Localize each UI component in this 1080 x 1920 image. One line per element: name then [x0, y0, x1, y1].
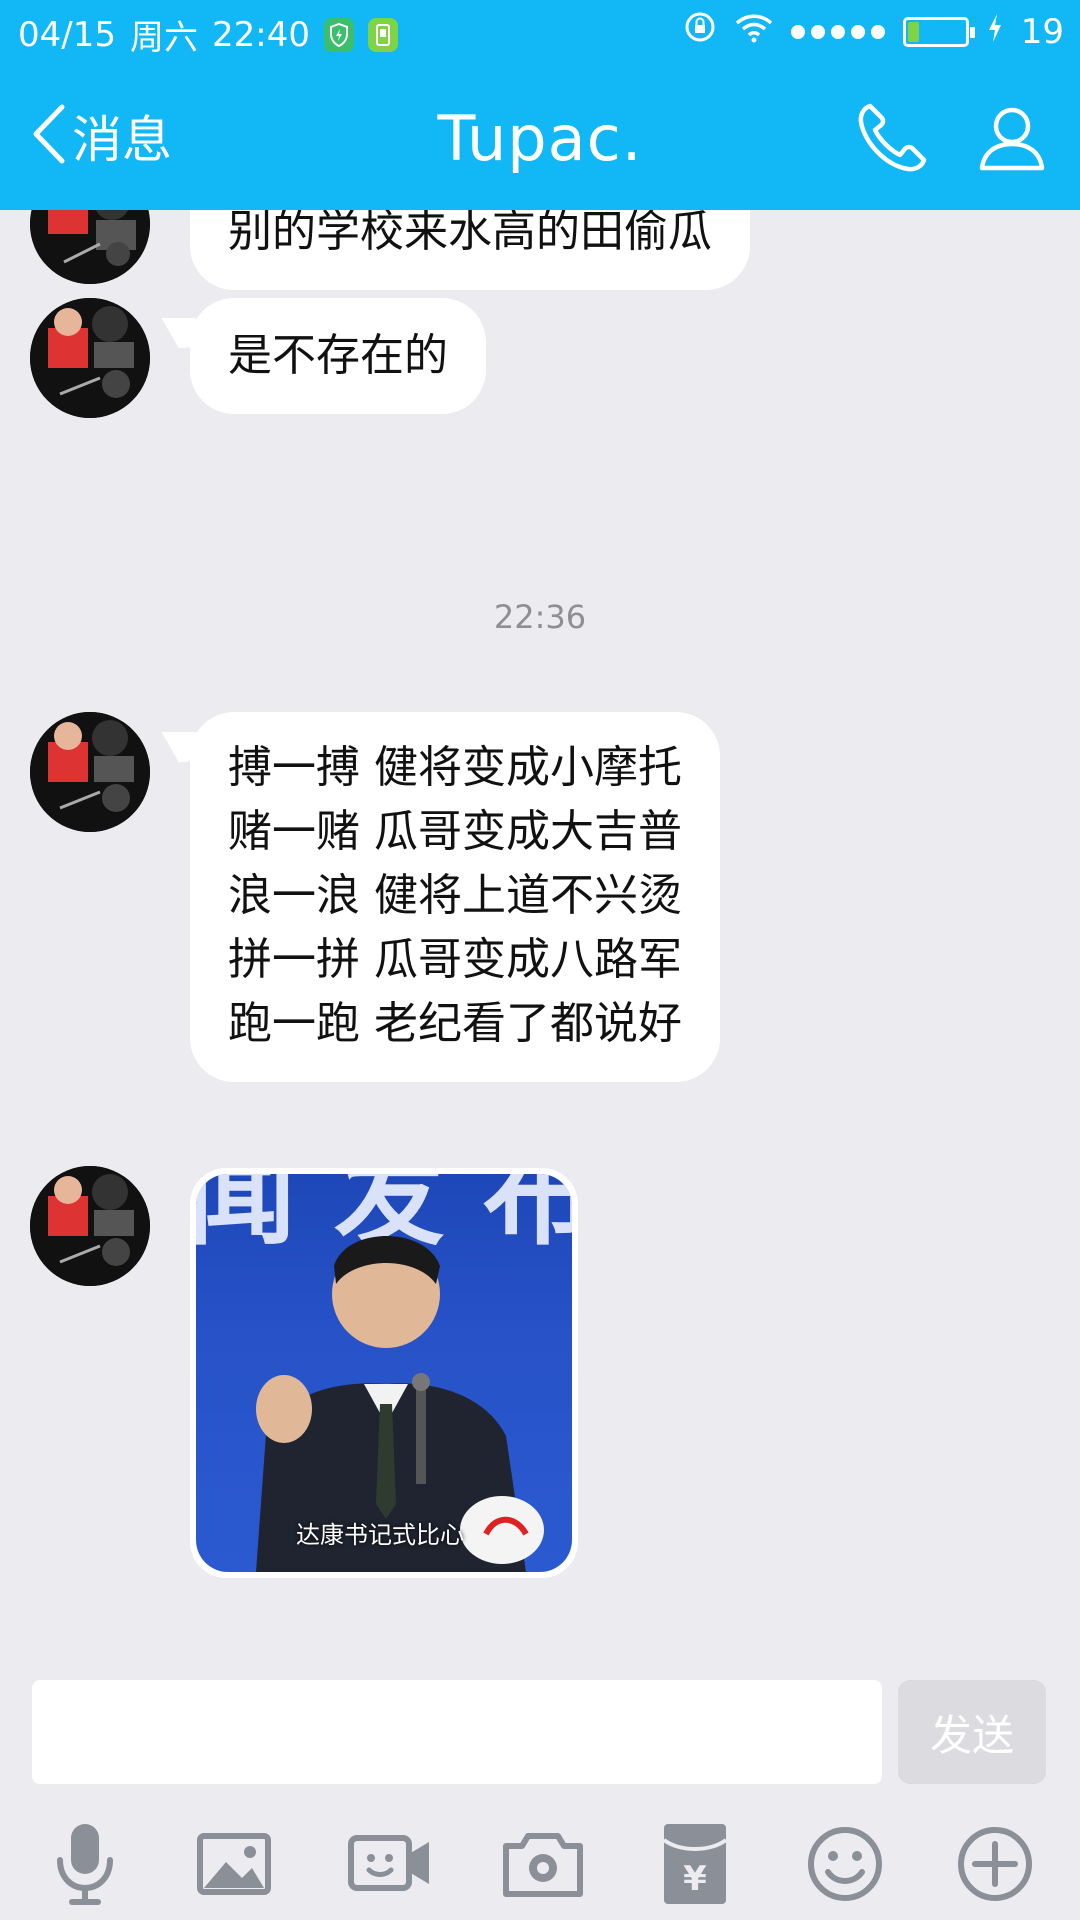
- contact-avatar[interactable]: [30, 210, 150, 284]
- send-button[interactable]: 发送: [898, 1680, 1046, 1784]
- rotation-lock-icon: [683, 10, 717, 53]
- message-line: 拼一拼 瓜哥变成八路军: [228, 934, 682, 985]
- battery-icon: [902, 16, 975, 47]
- image-icon[interactable]: [190, 1818, 280, 1908]
- svg-text:¥: ¥: [683, 1859, 707, 1899]
- plus-icon[interactable]: [950, 1818, 1040, 1908]
- status-date: 04/15: [18, 14, 116, 55]
- message-text: 别的学校来水高的田偷瓜: [228, 210, 712, 257]
- signal-strength-icon: [790, 24, 885, 39]
- image-message[interactable]: 闻 发 布 达康书记式比心: [190, 1168, 578, 1578]
- status-left: 04/15 周六 22:40: [18, 10, 398, 59]
- message-bubble[interactable]: 是不存在的: [190, 298, 486, 414]
- contact-avatar[interactable]: [30, 298, 150, 418]
- message-input[interactable]: [32, 1680, 882, 1784]
- wifi-icon: [735, 12, 773, 52]
- contact-avatar[interactable]: [30, 1166, 150, 1286]
- status-weekday: 周六: [129, 18, 198, 58]
- video-icon[interactable]: [345, 1818, 435, 1908]
- battery-fill: [907, 21, 919, 42]
- status-bar: 04/15 周六 22:40 19: [0, 0, 1080, 62]
- red-packet-icon[interactable]: ¥: [650, 1818, 740, 1908]
- phone-call-icon[interactable]: [852, 98, 932, 178]
- status-time: 22:40: [211, 14, 310, 55]
- message-line: 浪一浪 健将上道不兴烫: [228, 870, 682, 921]
- message-text: 是不存在的: [228, 330, 448, 381]
- status-right: 19: [683, 10, 1064, 53]
- profile-icon[interactable]: [972, 98, 1052, 178]
- message-line: 跑一跑 老纪看了都说好: [228, 998, 682, 1049]
- input-toolbar: ¥: [0, 1818, 1080, 1918]
- message-list[interactable]: 别的学校来水高的田偷瓜 是不存在的 22:36 搏一搏 健将变成小摩托 赌一赌 …: [0, 210, 1080, 1670]
- emoji-icon[interactable]: [800, 1818, 890, 1908]
- sticker-image: 闻 发 布 达康书记式比心: [196, 1174, 572, 1572]
- image-caption: 达康书记式比心: [296, 1521, 464, 1549]
- message-line: 赌一赌 瓜哥变成大吉普: [228, 806, 682, 857]
- charging-icon: [987, 12, 1003, 52]
- mic-icon[interactable]: [40, 1818, 130, 1908]
- security-shield-icon: [323, 17, 354, 52]
- camera-icon[interactable]: [498, 1818, 588, 1908]
- input-area: 发送 ¥: [0, 1670, 1080, 1920]
- chat-header: 消息 Tupac.: [0, 62, 1080, 210]
- message-bubble[interactable]: 搏一搏 健将变成小摩托 赌一赌 瓜哥变成大吉普 浪一浪 健将上道不兴烫 拼一拼 …: [190, 712, 720, 1082]
- battery-level: 19: [1020, 11, 1064, 52]
- contact-avatar[interactable]: [30, 712, 150, 832]
- device-icon: [367, 17, 398, 52]
- message-timestamp: 22:36: [493, 598, 587, 636]
- message-line: 搏一搏 健将变成小摩托: [228, 742, 682, 793]
- message-bubble[interactable]: 别的学校来水高的田偷瓜: [190, 210, 750, 290]
